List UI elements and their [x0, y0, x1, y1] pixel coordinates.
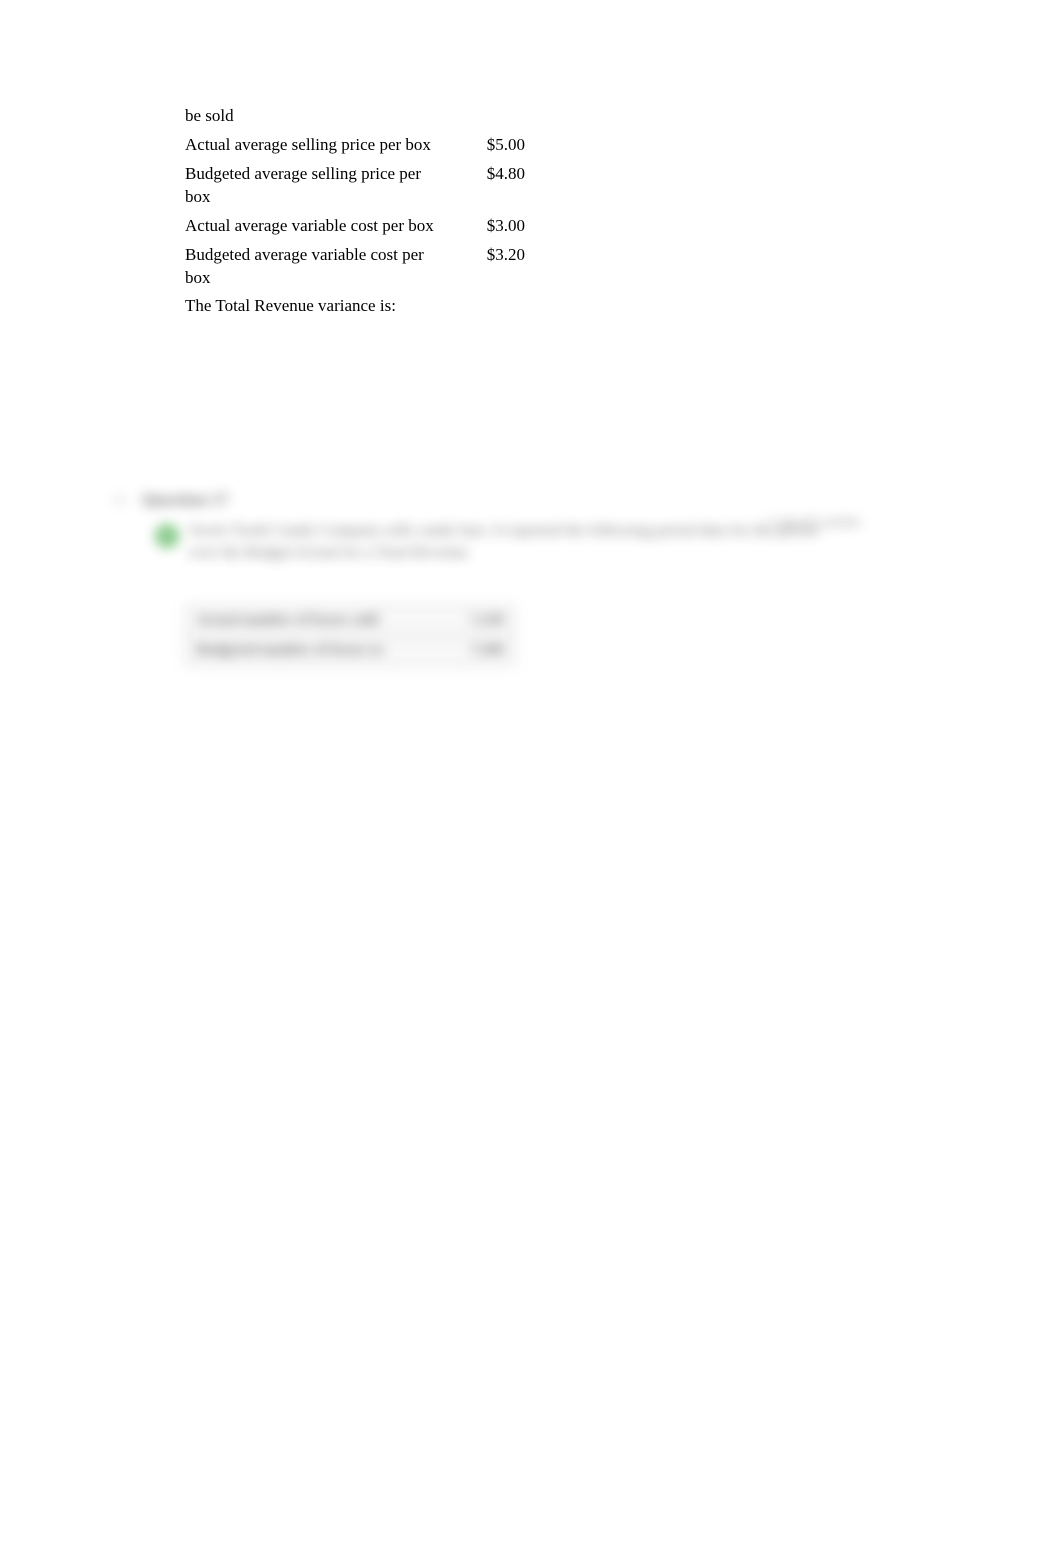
- table-row: Budgeted average selling price per box $…: [185, 163, 525, 209]
- row-label: Actual average selling price per box: [185, 134, 435, 157]
- table-row: be sold: [185, 105, 525, 128]
- question-body: ✓ Sweet Tooth Candy Company sells candy …: [155, 520, 830, 565]
- table-row: Budgeted average variable cost per box $…: [185, 244, 525, 290]
- row-value: 7,500: [444, 642, 504, 659]
- table-row: Actual average variable cost per box $3.…: [185, 215, 525, 238]
- row-label: Budgeted average selling price per box: [185, 163, 435, 209]
- blurred-question-block: Question 17 1 out of 1 points ✓ Sweet To…: [110, 490, 830, 666]
- row-value: $5.00: [475, 134, 525, 157]
- points-label: 1 out of 1 points: [768, 515, 860, 531]
- row-label: Budgeted number of boxes to: [196, 642, 444, 659]
- data-table-top: be sold Actual average selling price per…: [185, 105, 525, 316]
- row-label: Actual number of boxes sold: [196, 612, 444, 629]
- collapse-icon: [110, 490, 130, 510]
- blurred-data-table: Actual number of boxes sold 7,250 Budget…: [185, 605, 515, 666]
- table-row: Actual average selling price per box $5.…: [185, 134, 525, 157]
- question-prompt: The Total Revenue variance is:: [185, 296, 525, 316]
- question-number-label: Question 17: [142, 490, 228, 510]
- row-value: $4.80: [475, 163, 525, 186]
- correct-check-icon: ✓: [155, 524, 179, 548]
- table-row: Actual number of boxes sold 7,250: [186, 606, 514, 636]
- row-value: $3.20: [475, 244, 525, 267]
- row-label: be sold: [185, 105, 435, 128]
- row-value: $3.00: [475, 215, 525, 238]
- row-label: Budgeted average variable cost per box: [185, 244, 435, 290]
- row-label: Actual average variable cost per box: [185, 215, 435, 238]
- question-header: Question 17 1 out of 1 points: [110, 490, 830, 510]
- question-text: Sweet Tooth Candy Company sells candy ba…: [189, 520, 830, 565]
- table-row: Budgeted number of boxes to 7,500: [186, 636, 514, 665]
- row-value: 7,250: [444, 612, 504, 629]
